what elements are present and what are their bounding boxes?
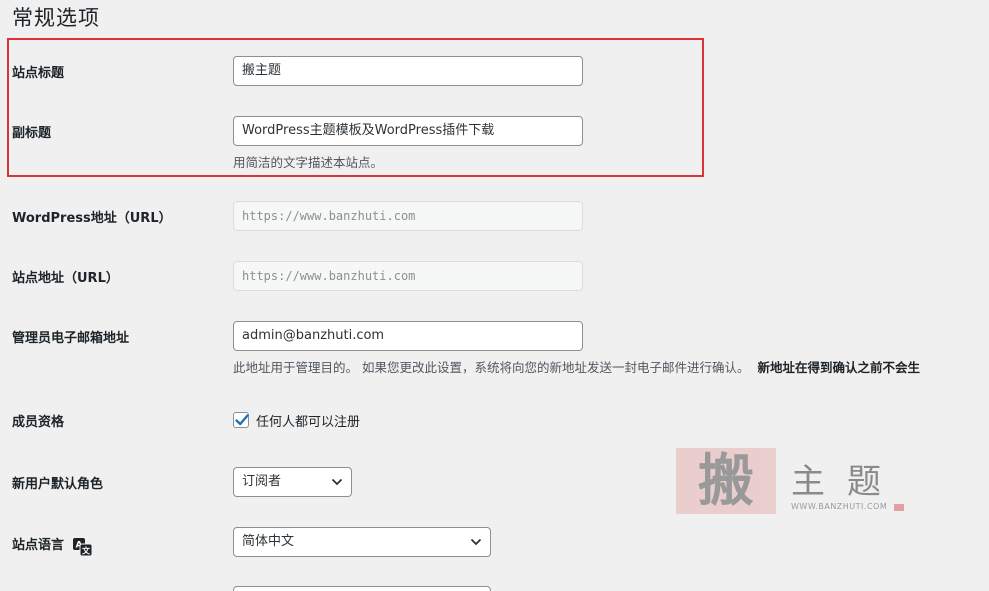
watermark-dot	[894, 504, 904, 511]
admin-email-description-text: 此地址用于管理目的。 如果您更改此设置，系统将向您的新地址发送一封电子邮件进行确…	[233, 360, 750, 375]
site-address-label: 站点地址（URL）	[12, 271, 119, 286]
site-title-input[interactable]: 搬主题	[233, 56, 583, 86]
tagline-input[interactable]: WordPress主题模板及WordPress插件下载	[233, 116, 583, 146]
site-address-input: https://www.banzhuti.com	[233, 261, 583, 291]
default-role-selected: 订阅者	[242, 474, 282, 489]
site-title-label: 站点标题	[12, 66, 65, 81]
membership-label: 成员资格	[12, 415, 65, 430]
chevron-down-icon	[470, 538, 482, 546]
admin-email-description-bold: 新地址在得到确认之前不会生	[757, 360, 920, 375]
page-title: 常规选项	[12, 6, 100, 30]
admin-email-description: 此地址用于管理目的。 如果您更改此设置，系统将向您的新地址发送一封电子邮件进行确…	[233, 357, 920, 376]
tagline-description: 用简洁的文字描述本站点。	[233, 155, 384, 170]
chevron-down-icon	[331, 478, 343, 486]
checkmark-icon	[235, 414, 249, 426]
settings-page: 常规选项 站点标题 搬主题 副标题 WordPress主题模板及WordPres…	[0, 0, 989, 591]
site-language-select[interactable]: 简体中文	[233, 527, 491, 557]
tagline-label: 副标题	[12, 126, 52, 141]
site-language-selected: 简体中文	[242, 534, 295, 549]
admin-email-input[interactable]: admin@banzhuti.com	[233, 321, 583, 351]
default-role-select[interactable]: 订阅者	[233, 467, 352, 497]
timezone-select-partial[interactable]	[233, 586, 491, 591]
translation-icon[interactable]: A 文	[73, 538, 93, 556]
site-language-label: 站点语言	[12, 538, 65, 553]
watermark-url: WWW.BANZHUTI.COM	[791, 502, 888, 511]
watermark-chars: 主题	[791, 462, 903, 502]
membership-checkbox-label[interactable]: 任何人都可以注册	[256, 411, 360, 430]
wp-address-input: https://www.banzhuti.com	[233, 201, 583, 231]
membership-checkbox[interactable]	[233, 412, 249, 428]
svg-text:文: 文	[82, 546, 91, 556]
banzhuti-watermark-logo: 搬 主题 WWW.BANZHUTI.COM	[676, 448, 908, 518]
watermark-big-char: 搬	[676, 448, 776, 514]
wp-address-label: WordPress地址（URL）	[12, 211, 172, 226]
default-role-label: 新用户默认角色	[12, 477, 104, 492]
admin-email-label: 管理员电子邮箱地址	[12, 331, 130, 346]
